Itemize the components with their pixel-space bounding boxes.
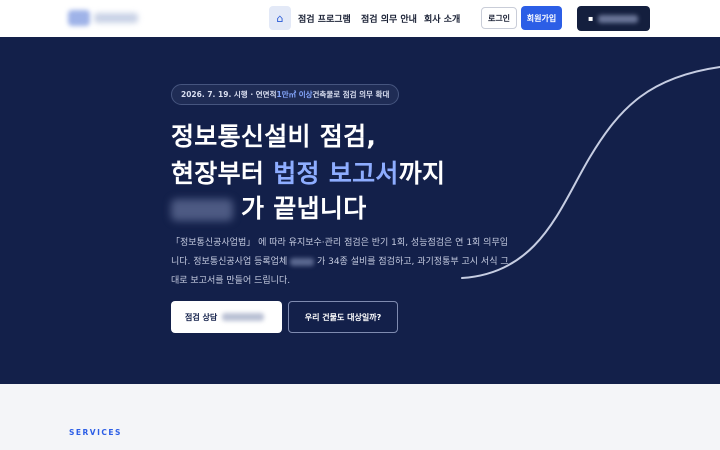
eligibility-check-button[interactable]: 우리 건물도 대상일까? bbox=[288, 301, 398, 333]
hero-description: 「정보통신공사업법」 에 따라 유지보수·관리 점검은 반기 1회, 성능점검은… bbox=[171, 234, 516, 291]
title-line2-end: 까지 bbox=[398, 159, 446, 188]
building-icon: ▪ bbox=[588, 14, 594, 23]
services-section-label: SERVICES bbox=[69, 428, 122, 437]
nav-inspection-duty-guide[interactable]: 점검 의무 안내 bbox=[361, 12, 417, 25]
notice-suffix: 건축물로 점검 의무 확대 bbox=[312, 90, 390, 99]
redacted-company bbox=[290, 257, 315, 266]
redacted-brand bbox=[171, 199, 233, 221]
signup-button[interactable]: 회원가입 bbox=[521, 6, 562, 30]
title-line3-text: 가 끝냅니다 bbox=[241, 194, 367, 223]
hero-section: 2026. 7. 19. 시행 · 연면적 1만㎡ 이상 건축물로 점검 의무 … bbox=[0, 37, 720, 384]
notice-badge: 2026. 7. 19. 시행 · 연면적 1만㎡ 이상 건축물로 점검 의무 … bbox=[171, 84, 400, 105]
notice-prefix: 2026. 7. 19. 시행 · 연면적 bbox=[181, 90, 277, 99]
hero-title-line3: 가 끝냅니다 bbox=[171, 189, 367, 225]
nav-company-intro[interactable]: 회사 소개 bbox=[424, 12, 460, 25]
home-icon[interactable]: ⌂ bbox=[269, 6, 291, 30]
consult-button[interactable]: 점검 상담 bbox=[171, 301, 282, 333]
redacted-phone bbox=[222, 313, 265, 321]
notice-highlight: 1만㎡ 이상 bbox=[276, 90, 313, 99]
hero-title-line1: 정보통신설비 점검, bbox=[171, 122, 377, 151]
title-line2-start: 현장부터 bbox=[171, 159, 274, 188]
top-navbar: ⌂ 점검 프로그램 점검 의무 안내 회사 소개 로그인 회원가입 ▪ bbox=[0, 0, 720, 37]
redacted-label bbox=[598, 14, 639, 23]
brand-logo[interactable] bbox=[68, 8, 140, 28]
nav-inspection-program[interactable]: 점검 프로그램 bbox=[298, 12, 351, 25]
consult-label: 점검 상담 bbox=[185, 312, 218, 322]
contact-button[interactable]: ▪ bbox=[577, 6, 650, 31]
logo-mark bbox=[68, 10, 90, 26]
hero-title-line2: 현장부터 법정 보고서까지 bbox=[171, 154, 445, 190]
login-button[interactable]: 로그인 bbox=[481, 7, 517, 29]
title-accent: 법정 보고서 bbox=[273, 159, 399, 188]
logo-wordmark bbox=[94, 13, 138, 23]
